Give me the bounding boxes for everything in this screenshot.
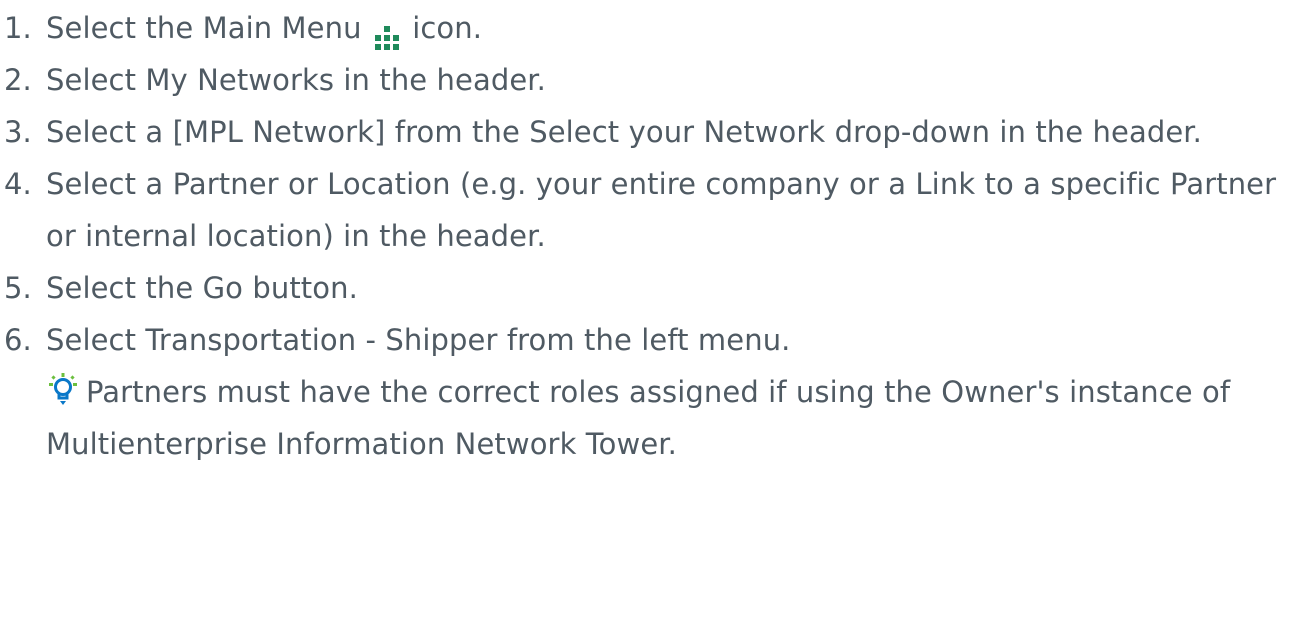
tip-note: Partners must have the correct roles ass… xyxy=(46,366,1297,470)
step-5: 5. Select the Go button. xyxy=(0,262,1305,314)
step-3: 3. Select a [MPL Network] from the Selec… xyxy=(0,106,1305,158)
step-number: 1. xyxy=(4,11,32,45)
lightbulb-tip-icon xyxy=(49,373,77,405)
step-number: 2. xyxy=(4,63,32,97)
step-text: Select the Go button. xyxy=(46,271,358,305)
step-text: Select My Networks in the header. xyxy=(46,63,546,97)
step-number: 6. xyxy=(4,323,32,357)
instructions-document: 1. Select the Main Menu icon. 2. Select … xyxy=(0,0,1305,643)
steps-list: 1. Select the Main Menu icon. 2. Select … xyxy=(0,2,1305,470)
step-text: Select a [MPL Network] from the Select y… xyxy=(46,115,1202,149)
step-4: 4. Select a Partner or Location (e.g. yo… xyxy=(0,158,1305,262)
step-6: 6. Select Transportation - Shipper from … xyxy=(0,314,1305,470)
step-text: Select the Main Menu xyxy=(46,11,371,45)
step-text: icon. xyxy=(402,11,483,45)
step-text: Select Transportation - Shipper from the… xyxy=(46,323,791,357)
step-number: 4. xyxy=(4,167,32,201)
step-number: 5. xyxy=(4,271,32,305)
main-menu-grid-icon xyxy=(374,26,399,50)
tip-text: Partners must have the correct roles ass… xyxy=(46,375,1231,461)
step-2: 2. Select My Networks in the header. xyxy=(0,54,1305,106)
step-text: Select a Partner or Location (e.g. your … xyxy=(46,167,1277,253)
step-1: 1. Select the Main Menu icon. xyxy=(0,2,1305,54)
step-number: 3. xyxy=(4,115,32,149)
